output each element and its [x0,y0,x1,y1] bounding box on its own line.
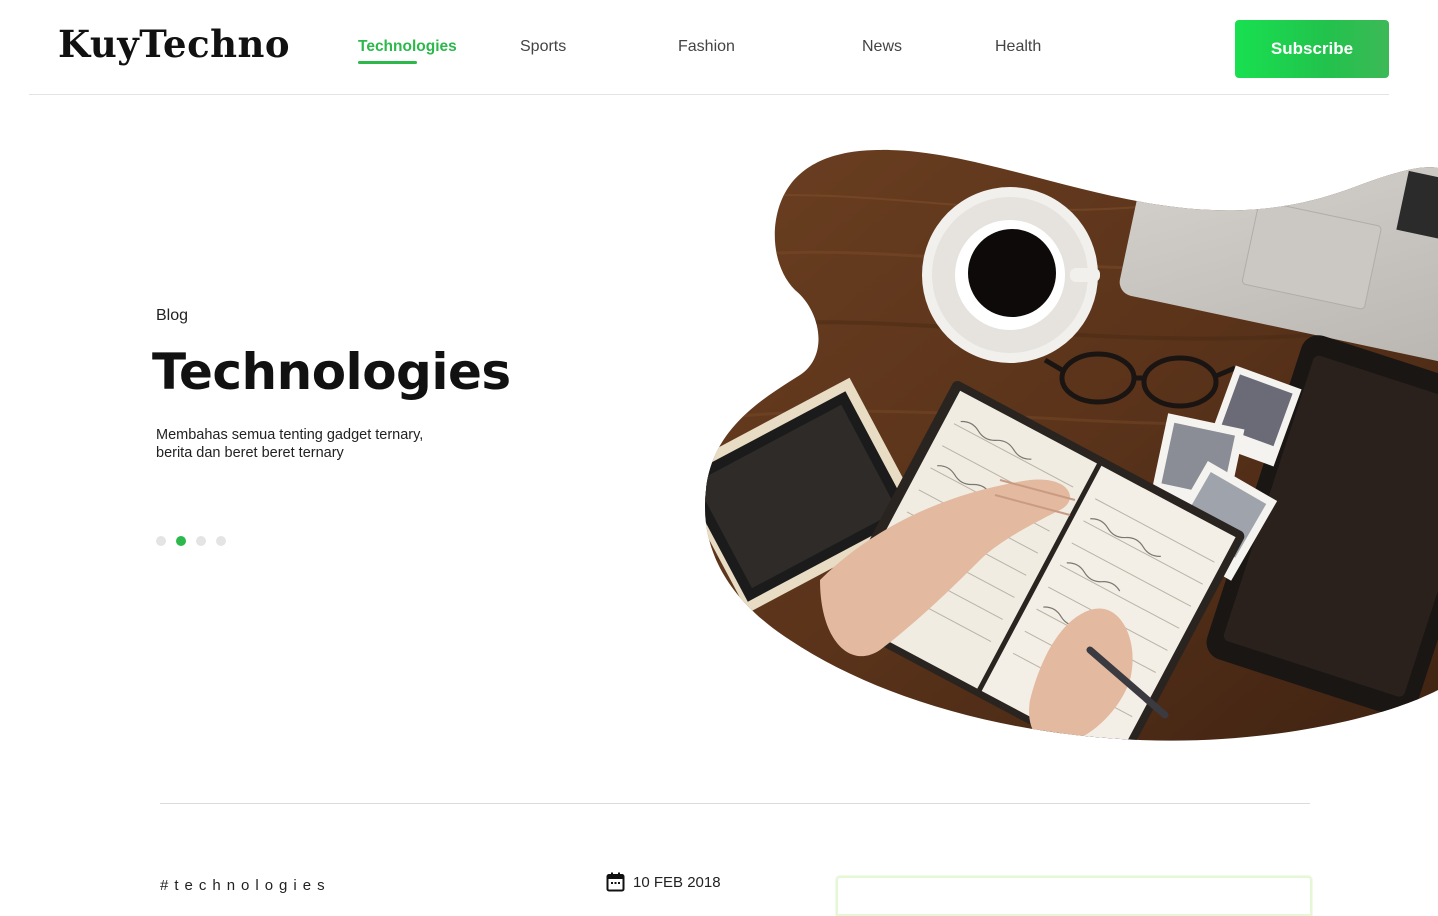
desk-workspace-photo-icon [704,149,1438,741]
hero-description-line-1: Membahas semua tenting gadget ternary, [156,427,424,443]
nav-active-indicator [358,61,417,64]
nav-item-fashion[interactable]: Fashion [678,38,735,56]
section-divider [160,803,1310,804]
site-header: KuyTechno Technologies Sports Fashion Ne… [0,0,1438,95]
post-date-text: 10 FEB 2018 [633,874,721,891]
subscribe-button[interactable]: Subscribe [1235,20,1389,78]
post-tag[interactable]: #technologies [160,877,331,894]
nav-item-sports[interactable]: Sports [520,38,566,56]
featured-card[interactable] [836,876,1312,916]
hero-image [700,140,1438,755]
slider-dot[interactable] [216,536,226,546]
calendar-icon [606,872,625,892]
header-divider [29,94,1389,95]
slider-dot[interactable] [196,536,206,546]
hero-description-line-2: berita dan beret beret ternary [156,445,344,461]
hero-title: Technologies [152,343,511,401]
nav-item-health[interactable]: Health [995,38,1041,56]
slider-dot-active[interactable] [176,536,186,546]
hero-description: Membahas semua tenting gadget ternary, b… [156,426,456,462]
site-logo[interactable]: KuyTechno [58,22,290,66]
hero-eyebrow: Blog [156,307,189,324]
nav-item-news[interactable]: News [862,38,902,56]
slider-dot[interactable] [156,536,166,546]
nav-item-technologies[interactable]: Technologies [358,38,457,56]
